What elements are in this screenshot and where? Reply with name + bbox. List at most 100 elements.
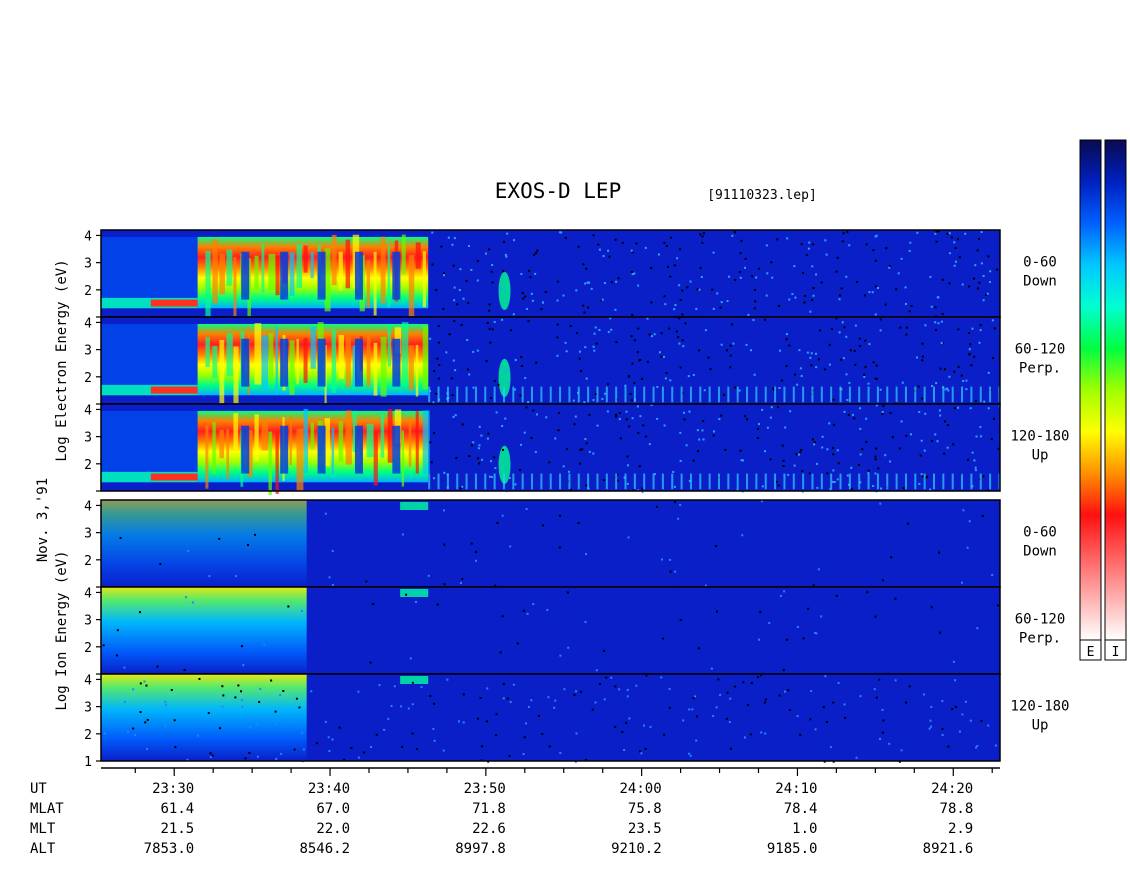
noise-speck (435, 392, 438, 395)
noise-speck (798, 349, 801, 352)
noise-speck (725, 349, 728, 352)
noise-speck (132, 727, 135, 730)
noise-speck (293, 748, 296, 751)
noise-speck (701, 429, 704, 432)
noise-speck (564, 341, 567, 344)
noise-speck (844, 716, 847, 719)
noise-speck (796, 383, 799, 386)
noise-speck (692, 459, 695, 462)
noise-speck (662, 355, 665, 358)
noise-speck (626, 695, 629, 698)
noise-speck (218, 537, 221, 540)
noise-speck (787, 473, 790, 476)
orbit-ut-value: 23:30 (152, 781, 194, 797)
noise-speck (523, 431, 526, 434)
noise-speck (670, 236, 673, 239)
colorbar-i (1104, 139, 1127, 641)
noise-speck (566, 591, 569, 594)
low-energy-stripe (699, 386, 702, 403)
noise-speck (800, 243, 803, 246)
noise-speck (610, 281, 613, 284)
noise-speck (969, 407, 972, 410)
noise-speck (583, 311, 586, 314)
noise-speck (880, 487, 883, 490)
y-axis-labels: 4 3 2 4 3 2 4 3 2 Log Electron Energy (eV) 4 3 2 4 3 2 4… (54, 229, 101, 770)
low-energy-stripe (755, 473, 758, 490)
noise-speck (240, 690, 243, 693)
low-energy-stripe (577, 473, 580, 490)
burst (498, 271, 511, 311)
noise-speck (875, 364, 878, 367)
noise-speck (490, 397, 493, 400)
noise-speck (474, 559, 477, 562)
noise-speck (453, 299, 456, 302)
noise-speck (695, 307, 698, 310)
inverted-v-stripe (422, 410, 430, 474)
noise-speck (470, 542, 473, 545)
noise-speck (874, 313, 877, 316)
noise-speck (411, 703, 414, 706)
noise-speck (432, 431, 435, 434)
low-energy-stripe (689, 473, 692, 490)
low-energy-stripe (979, 386, 982, 403)
gap (354, 251, 363, 300)
noise-speck (992, 417, 995, 420)
noise-speck (908, 685, 911, 688)
noise-speck (872, 249, 875, 252)
inverted-v-stripe (275, 432, 279, 494)
noise-speck (436, 603, 439, 606)
noise-speck (709, 368, 712, 371)
low-energy-stripe (867, 386, 870, 403)
noise-speck (989, 270, 992, 273)
noise-speck (841, 321, 844, 324)
low-energy-stripe (484, 386, 487, 403)
noise-speck (734, 278, 737, 281)
y-tick-label: 3 (84, 431, 92, 446)
noise-speck (506, 232, 509, 235)
noise-speck (488, 309, 491, 312)
noise-speck (486, 322, 489, 325)
noise-speck (809, 310, 812, 313)
noise-speck (793, 265, 796, 268)
noise-speck (209, 752, 212, 755)
noise-speck (533, 253, 536, 256)
noise-speck (835, 594, 838, 597)
low-energy-stripe (970, 473, 973, 490)
orbit-mlt-value: 21.5 (161, 821, 195, 837)
noise-speck (293, 719, 296, 722)
noise-speck (794, 296, 797, 299)
noise-speck (874, 615, 877, 618)
inverted-v-stripe (219, 253, 225, 295)
low-energy-stripe (689, 386, 692, 403)
noise-speck (935, 382, 938, 385)
noise-speck (761, 408, 764, 411)
noise-speck (401, 745, 404, 748)
low-energy-stripe (820, 386, 823, 403)
low-energy-stripe (456, 473, 459, 490)
noise-speck (677, 336, 680, 339)
noise-speck (174, 746, 177, 749)
noise-speck (957, 406, 960, 409)
noise-speck (825, 253, 828, 256)
noise-speck (712, 430, 715, 433)
noise-speck (978, 281, 981, 284)
low-energy-stripe (502, 386, 505, 403)
noise-speck (625, 410, 628, 413)
noise-speck (328, 749, 331, 752)
noise-speck (618, 418, 621, 421)
noise-speck (480, 434, 483, 437)
noise-speck (457, 720, 460, 723)
noise-speck (446, 678, 449, 681)
noise-speck (802, 637, 805, 640)
noise-speck (805, 254, 808, 257)
noise-speck (921, 359, 924, 362)
noise-speck (743, 415, 746, 418)
noise-speck (681, 313, 684, 316)
low-energy-stripe (783, 386, 786, 403)
noise-speck (478, 444, 481, 447)
low-energy-stripe (605, 473, 608, 490)
noise-speck (964, 700, 967, 703)
noise-speck (995, 268, 998, 271)
noise-speck (508, 476, 511, 479)
inverted-v-stripe (387, 246, 391, 308)
